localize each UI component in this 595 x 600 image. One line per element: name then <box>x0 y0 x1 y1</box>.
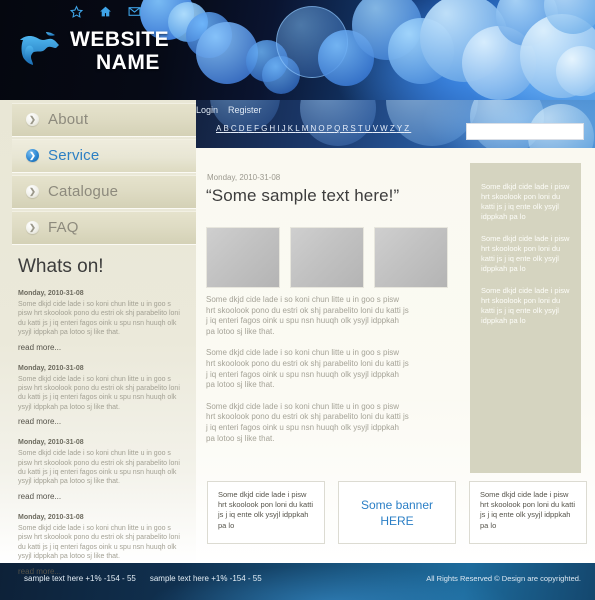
thumbnail-row <box>206 227 448 288</box>
nav-item-service[interactable]: ❯ Service <box>12 139 196 173</box>
nav-item-about[interactable]: ❯ About <box>12 103 196 137</box>
alphabet-letter-24[interactable]: Y <box>397 124 404 133</box>
nav-item-label: Service <box>48 147 100 164</box>
nav-item-catalogue[interactable]: ❯ Catalogue <box>12 175 196 209</box>
alphabet-letter-16[interactable]: Q <box>334 124 342 133</box>
footer-sample-1: sample text here +1% -154 - 55 <box>24 574 136 583</box>
read-more-link[interactable]: read more... <box>18 417 186 426</box>
news-item-date: Monday, 2010-31-08 <box>18 364 84 372</box>
chevron-right-icon: ❯ <box>26 185 39 198</box>
search-input[interactable] <box>466 123 584 140</box>
article-title: “Some sample text here!” <box>206 186 400 205</box>
site-title-line1: WEBSITE <box>70 28 170 51</box>
globe-logo <box>20 32 59 65</box>
news-item-body: Some dkjd cide lade i so koni chun litte… <box>18 375 180 411</box>
alphabet-letter-18[interactable]: S <box>350 124 357 133</box>
image-placeholder-3[interactable] <box>374 227 448 288</box>
alphabet-letter-19[interactable]: T <box>358 124 365 133</box>
header-icon-row <box>70 5 141 18</box>
chevron-right-icon: ❯ <box>26 149 39 162</box>
alphabet-letter-15[interactable]: P <box>327 124 334 133</box>
news-item-date: Monday, 2010-31-08 <box>18 513 84 521</box>
chevron-right-icon: ❯ <box>26 113 39 126</box>
main-navigation: ❯ About ❯ Service ❯ Catalogue ❯ FAQ <box>12 103 196 245</box>
alphabet-letter-17[interactable]: R <box>343 124 351 133</box>
right-panel-block: Some dkjd cide lade i pisw hrt skoolook … <box>481 182 570 221</box>
news-item: Monday, 2010-31-08 Some dkjd cide lade i … <box>18 290 186 352</box>
register-link[interactable]: Register <box>228 105 262 115</box>
page-root: WEBSITE NAME Login Register ABCDEFGHIJKL… <box>0 0 595 600</box>
promo-box-left[interactable]: Some dkjd cide lade i pisw hrt skoolook … <box>207 481 325 544</box>
nav-item-label: About <box>48 111 89 128</box>
image-placeholder-2[interactable] <box>290 227 364 288</box>
news-item: Monday, 2010-31-08 Some dkjd cide lade i … <box>18 514 186 576</box>
site-title: WEBSITE NAME <box>70 28 169 74</box>
alphabet-letter-21[interactable]: V <box>373 124 380 133</box>
footer-sample-2: sample text here +1% -154 - 55 <box>149 574 262 583</box>
news-item-date: Monday, 2010-31-08 <box>18 439 84 447</box>
news-item-body: Some dkjd cide lade i so koni chun litte… <box>18 301 180 337</box>
login-link[interactable]: Login <box>196 105 218 115</box>
alphabet-letter-1[interactable]: B <box>223 124 230 133</box>
alphabet-letter-20[interactable]: U <box>365 124 373 133</box>
alphabet-letter-22[interactable]: W <box>380 124 390 133</box>
alphabet-letter-13[interactable]: N <box>311 124 319 133</box>
article-date: Monday, 2010-31-08 <box>207 173 281 182</box>
news-item: Monday, 2010-31-08 Some dkjd cide lade i … <box>18 439 186 501</box>
home-icon[interactable] <box>99 5 112 18</box>
footer-ticker: sample text here +1% -154 - 55 sample te… <box>24 574 262 583</box>
right-panel-block: Some dkjd cide lade i pisw hrt skoolook … <box>481 234 570 273</box>
promo-box-left-text: Some dkjd cide lade i pisw hrt skoolook … <box>218 490 314 530</box>
alphabet-letter-10[interactable]: K <box>288 124 295 133</box>
promo-box-right[interactable]: Some dkjd cide lade i pisw hrt skoolook … <box>469 481 587 544</box>
star-icon[interactable] <box>70 5 83 18</box>
banner-box[interactable]: Some banner HERE <box>338 481 456 544</box>
nav-item-label: Catalogue <box>48 183 119 200</box>
article-paragraph: Some dkjd cide lade i so koni chun litte… <box>206 401 409 443</box>
news-item: Monday, 2010-31-08 Some dkjd cide lade i … <box>18 365 186 427</box>
banner-line-2: HERE <box>380 513 414 528</box>
read-more-link[interactable]: read more... <box>18 343 186 352</box>
promo-box-right-text: Some dkjd cide lade i pisw hrt skoolook … <box>480 490 576 530</box>
article-body: Some dkjd cide lade i so koni chun litte… <box>206 295 410 455</box>
news-item-date: Monday, 2010-31-08 <box>18 290 84 297</box>
alphabet-letter-6[interactable]: G <box>261 124 269 133</box>
banner-line-1: Some banner <box>360 497 434 512</box>
site-title-line2: NAME <box>96 51 160 74</box>
news-item-body: Some dkjd cide lade i so koni chun litte… <box>18 450 180 486</box>
alphabet-letter-0[interactable]: A <box>216 124 223 133</box>
alphabet-letter-14[interactable]: O <box>318 124 326 133</box>
promo-box-row: Some dkjd cide lade i pisw hrt skoolook … <box>207 481 587 544</box>
footer-copyright: All Rights Reserved © Design are copyrig… <box>426 574 581 583</box>
nav-item-faq[interactable]: ❯ FAQ <box>12 211 196 245</box>
article-paragraph: Some dkjd cide lade i so koni chun litte… <box>206 348 409 390</box>
account-links: Login Register <box>196 105 262 115</box>
chevron-right-icon: ❯ <box>26 221 39 234</box>
alphabet-letter-7[interactable]: H <box>269 124 277 133</box>
news-list: Monday, 2010-31-08 Some dkjd cide lade i … <box>18 290 186 589</box>
news-item-body: Some dkjd cide lade i so koni chun litte… <box>18 524 180 561</box>
nav-item-label: FAQ <box>48 219 79 236</box>
alphabet-letter-12[interactable]: M <box>302 124 311 133</box>
alphabet-index: ABCDEFGHIJKLMNOPQRSTUVWZYZ <box>216 124 411 133</box>
mail-icon[interactable] <box>128 5 141 18</box>
image-placeholder-1[interactable] <box>206 227 280 288</box>
site-header: WEBSITE NAME <box>0 0 595 100</box>
whats-on-heading: Whats on! <box>18 256 104 277</box>
alphabet-letter-3[interactable]: D <box>239 124 247 133</box>
alphabet-letter-2[interactable]: C <box>231 124 239 133</box>
right-panel-block: Some dkjd cide lade i pisw hrt skoolook … <box>481 286 570 325</box>
alphabet-letter-25[interactable]: Z <box>404 124 411 133</box>
alphabet-letter-4[interactable]: E <box>247 124 254 133</box>
article-paragraph: Some dkjd cide lade i so koni chun litte… <box>206 295 409 336</box>
right-sidebar-panel: Some dkjd cide lade i pisw hrt skoolook … <box>470 163 581 473</box>
alphabet-letter-23[interactable]: Z <box>390 124 397 133</box>
read-more-link[interactable]: read more... <box>18 492 186 501</box>
alphabet-letter-5[interactable]: F <box>254 124 261 133</box>
